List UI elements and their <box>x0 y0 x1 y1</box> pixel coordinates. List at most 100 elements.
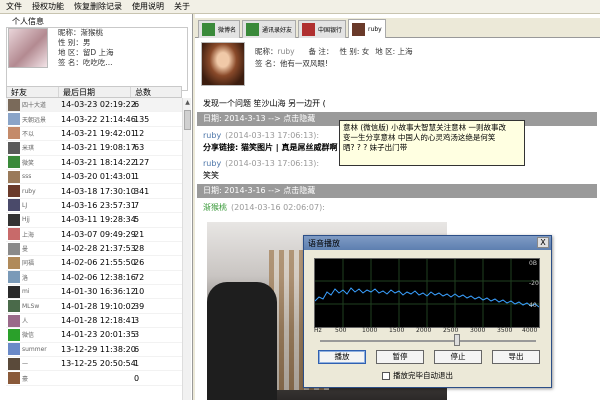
tab-avatar-icon <box>246 23 260 36</box>
frequency-label: 2500 <box>443 327 459 334</box>
contact-nickname-label: 昵称： <box>255 47 278 56</box>
last-date-cell: 14-03-21 19:42:01 <box>61 128 136 138</box>
stop-button[interactable]: 停止 <box>434 350 482 364</box>
total-cell: 1 <box>134 172 140 182</box>
table-row[interactable]: 不以 14-03-21 19:42:01 12 <box>6 127 182 142</box>
table-row[interactable]: LJ 14-03-16 23:57:31 7 <box>6 199 182 214</box>
table-row[interactable]: mi 14-01-30 16:36:12 10 <box>6 285 182 300</box>
friend-cell: MLSw <box>6 300 58 313</box>
scroll-thumb[interactable] <box>184 110 191 130</box>
friend-avatar <box>8 127 20 140</box>
table-row[interactable]: 四十大道 14-03-23 02:19:22 6 <box>6 98 182 113</box>
message-time: (2014-03-13 17:06:13): <box>225 159 320 168</box>
menu-license[interactable]: 授权功能 <box>32 1 64 12</box>
auto-exit-option[interactable]: 播放完毕自动退出 <box>382 370 453 381</box>
friend-name: mi <box>22 288 30 296</box>
menu-help[interactable]: 使用说明 <box>132 1 164 12</box>
friend-name: 微信 <box>22 332 35 340</box>
profile-region: 地 区：留D 上海 <box>58 48 114 57</box>
friend-cell: 一 <box>6 357 58 370</box>
friend-cell: sss <box>6 170 58 183</box>
friend-name: ruby <box>22 187 36 195</box>
last-date-cell: 14-03-20 01:43:01 <box>61 172 136 182</box>
table-row[interactable]: 上海 14-03-07 09:49:29 21 <box>6 228 182 242</box>
menu-restore[interactable]: 恢复删除记录 <box>74 1 122 12</box>
frequency-label: 500 <box>335 327 347 334</box>
export-button[interactable]: 导出 <box>492 350 540 364</box>
tooltip-line: 晒? ? ? 妹子出门带 <box>343 143 408 152</box>
table-row[interactable]: 豪0 <box>6 371 182 386</box>
column-total[interactable]: 总数 <box>131 87 181 97</box>
playback-slider-track[interactable] <box>320 340 536 342</box>
audio-spectrum <box>314 258 540 328</box>
message-time: (2014-03-16 02:06:07): <box>231 203 325 212</box>
profile-info: 昵称：渐猴桃 性 别：男 地 区：留D 上海 签 名：吃吃吃... <box>58 28 114 68</box>
friend-name: 不以 <box>22 130 35 138</box>
last-date-cell: 14-02-28 21:37:53 <box>61 244 136 254</box>
friend-avatar <box>8 285 20 298</box>
friend-avatar <box>8 242 20 255</box>
menu-file[interactable]: 文件 <box>6 1 22 12</box>
tab-conversation[interactable]: 微博名 <box>198 20 241 38</box>
friend-avatar <box>8 372 20 385</box>
table-row[interactable]: 曼 14-02-28 21:37:53 28 <box>6 242 182 257</box>
last-date-cell: 14-03-22 21:14:46 <box>61 114 136 124</box>
friend-avatar <box>8 300 20 313</box>
sender-name: ruby <box>203 131 222 140</box>
table-row[interactable]: 天朝远景 14-03-22 21:14:46 135 <box>6 112 182 127</box>
total-cell: 63 <box>134 143 145 153</box>
table-row[interactable]: 微笑 14-03-21 18:14:22 127 <box>6 156 182 170</box>
table-row[interactable]: MLSw 14-01-28 19:10:02 39 <box>6 299 182 314</box>
tab-avatar-icon <box>352 22 366 36</box>
auto-exit-checkbox[interactable] <box>382 371 390 380</box>
last-date-cell: 14-03-23 02:19:22 <box>61 100 136 110</box>
auto-exit-label: 播放完毕自动退出 <box>393 371 453 380</box>
table-row[interactable]: 同福 14-02-06 21:55:50 26 <box>6 256 182 271</box>
friend-avatar <box>8 271 20 284</box>
friend-avatar <box>8 357 20 370</box>
friends-scrollbar[interactable]: ▲ ▼ <box>182 98 191 400</box>
table-row[interactable]: sss 14-03-20 01:43:01 1 <box>6 170 182 185</box>
friend-name: LJ <box>22 201 28 209</box>
total-cell: 6 <box>134 100 140 110</box>
last-date-cell: 14-01-28 19:10:02 <box>61 301 136 311</box>
date-divider[interactable]: 日期: 2014-3-16 --> 点击隐藏 <box>197 184 597 198</box>
scroll-up-icon[interactable]: ▲ <box>183 98 192 107</box>
table-row[interactable]: 洛 14-02-06 12:38:16 72 <box>6 271 182 286</box>
friend-cell: 微笑 <box>6 156 58 169</box>
table-row[interactable]: ruby 14-03-18 17:30:10 341 <box>6 184 182 199</box>
tab-conversation[interactable]: 中国银行 <box>298 20 347 38</box>
friend-name: 米琪 <box>22 145 35 153</box>
table-row[interactable]: 人 14-01-28 12:18:41 3 <box>6 314 182 329</box>
table-row[interactable]: summer 13-12-29 11:38:20 6 <box>6 343 182 358</box>
friend-cell: 不以 <box>6 127 58 140</box>
column-friend[interactable]: 好友 <box>7 87 59 97</box>
contact-gender: 性 别: 女 <box>339 47 370 56</box>
menu-bar: 文件 授权功能 恢复删除记录 使用说明 关于 <box>0 0 600 14</box>
friend-cell: 四十大道 <box>6 98 58 111</box>
tab-conversation[interactable]: 通讯录好友 <box>242 20 297 38</box>
tab-conversation[interactable]: ruby <box>348 19 386 38</box>
friend-cell: 微信 <box>6 328 58 341</box>
tab-label: 中国银行 <box>318 27 343 34</box>
table-row[interactable]: 微信 14-01-23 20:01:35 3 <box>6 328 182 343</box>
column-last-date[interactable]: 最后日期 <box>59 87 131 97</box>
menu-about[interactable]: 关于 <box>174 1 190 12</box>
table-row[interactable]: 米琪 14-03-21 19:08:17 63 <box>6 141 182 156</box>
close-icon[interactable]: X <box>537 237 549 248</box>
last-date-cell: 14-03-07 09:49:29 <box>61 229 136 239</box>
tooltip-line: 意林 (微信版) 小故事大智慧关注意林 一则故事改 <box>343 123 507 132</box>
table-row[interactable]: 一 13-12-25 20:50:54 1 <box>6 357 182 372</box>
frequency-axis: Hz 500 1000 1500 2000 2500 3000 3500 4000 <box>314 327 540 335</box>
playback-slider-thumb[interactable] <box>454 334 460 346</box>
pause-button[interactable]: 暂停 <box>376 350 424 364</box>
contact-profile: 昵称：ruby 备 注： 性 别: 女地 区: 上海 签 名：他有一双风眼! <box>199 40 595 100</box>
play-button[interactable]: 播放 <box>318 350 366 364</box>
total-cell: 127 <box>134 157 150 167</box>
total-cell: 1 <box>134 359 140 369</box>
table-row[interactable]: Hjj 14-03-11 19:28:34 5 <box>6 213 182 228</box>
friend-avatar <box>8 228 20 241</box>
profile-section-title: 个人信息 <box>12 17 44 26</box>
friend-cell: 曼 <box>6 242 58 255</box>
friend-avatar <box>8 328 20 341</box>
